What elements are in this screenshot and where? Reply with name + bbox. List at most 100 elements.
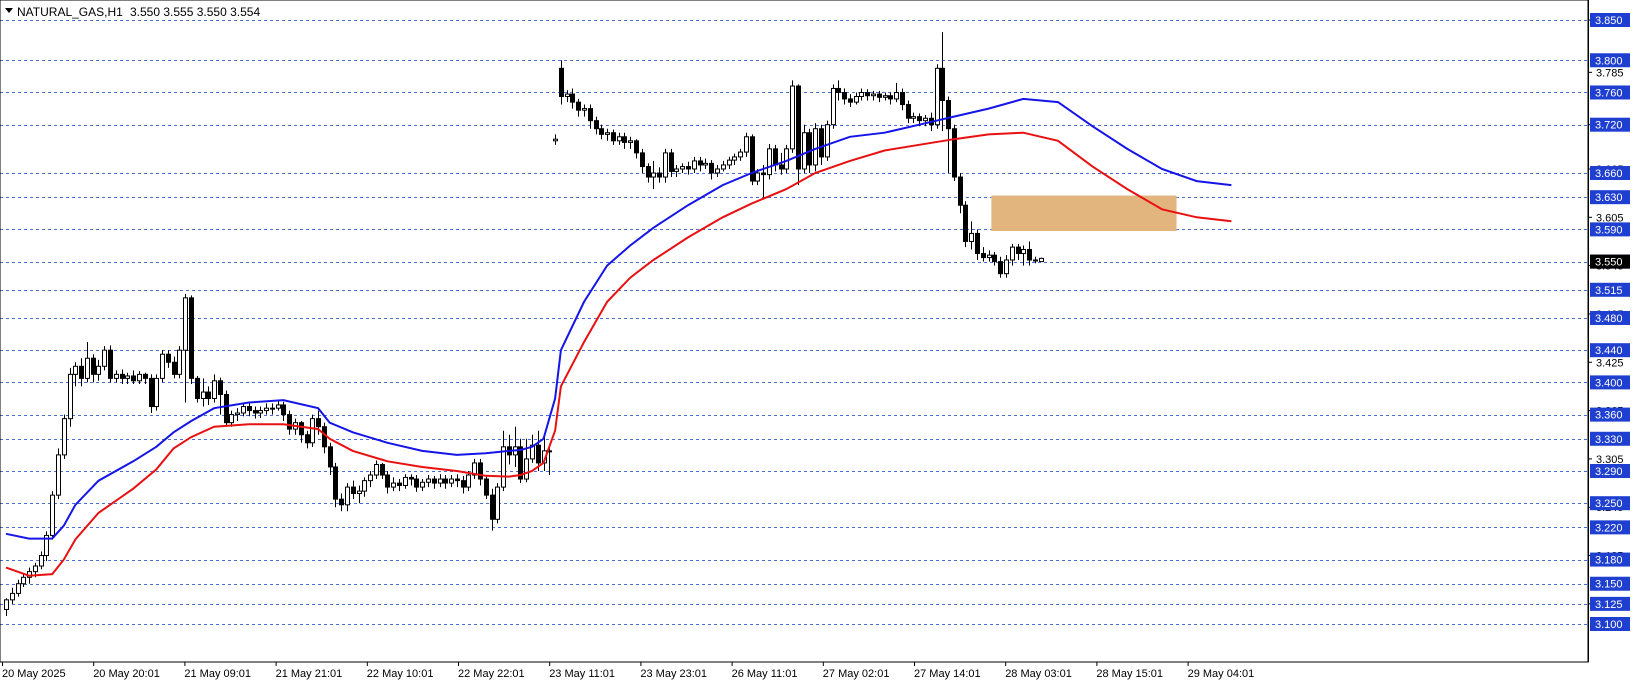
candle-down (247, 406, 252, 412)
time-tick-label: 26 May 11:01 (732, 668, 798, 680)
price-level-label: 3.150 (1595, 579, 1623, 591)
time-tick-label: 28 May 03:01 (1005, 668, 1072, 680)
price-level-label: 3.220 (1595, 522, 1623, 534)
candle-down (946, 100, 951, 130)
candle-up (674, 168, 679, 172)
candle-up (357, 490, 362, 495)
candle-down (1027, 249, 1032, 261)
candle-down (414, 478, 419, 488)
candle-up (154, 377, 159, 408)
candle-down (669, 152, 674, 172)
candle-up (466, 474, 471, 488)
candle-up (767, 148, 772, 176)
candle-up (4, 599, 9, 611)
time-tick-label: 21 May 09:01 (184, 668, 251, 680)
time-tick-label: 20 May 2025 (2, 668, 66, 680)
candle-down (490, 494, 495, 520)
candle-up (605, 132, 610, 135)
candle-up (1004, 259, 1009, 275)
candle-down (640, 152, 645, 168)
time-tick-label: 20 May 20:01 (93, 668, 160, 680)
candle-up (813, 128, 818, 166)
candle-up (790, 85, 795, 150)
chart-header: NATURAL_GAS,H1 3.550 3.555 3.550 3.554 (5, 5, 260, 19)
candle-down (611, 132, 616, 142)
candle-down (958, 176, 963, 206)
candle-down (351, 486, 356, 495)
time-tick-label: 22 May 22:01 (458, 668, 525, 680)
candle-down (1016, 246, 1021, 255)
candle-down (807, 132, 812, 166)
candle-down (253, 410, 258, 414)
candle-down (143, 373, 148, 379)
candle-up (345, 486, 350, 506)
price-level-label: 3.100 (1595, 619, 1623, 631)
candle-up (651, 172, 656, 178)
candle-down (281, 404, 286, 416)
price-level-label: 3.360 (1595, 410, 1623, 422)
candle-down (865, 91, 870, 97)
candle-down (940, 67, 945, 102)
candle-up (362, 480, 367, 492)
price-tick-label: 3.425 (1596, 357, 1624, 369)
time-tick-label: 27 May 14:01 (914, 668, 981, 680)
candle-down (299, 422, 304, 436)
price-level-label: 3.290 (1595, 466, 1623, 478)
candle-up (374, 464, 379, 476)
candle-up (403, 476, 408, 486)
candle-down (779, 164, 784, 170)
price-level-label: 3.400 (1595, 377, 1623, 389)
candle-down (992, 254, 997, 263)
candle-down (588, 108, 593, 122)
price-level-label: 3.250 (1595, 498, 1623, 510)
chart-background (0, 0, 1651, 682)
candle-down (599, 128, 604, 135)
time-tick-label: 23 May 23:01 (640, 668, 707, 680)
candle-down (536, 444, 541, 464)
time-tick-label: 22 May 10:01 (367, 668, 434, 680)
candle-up (391, 482, 396, 488)
candle-down (917, 116, 922, 122)
candle-up (692, 160, 697, 170)
candle-up (859, 91, 864, 98)
candle-down (478, 462, 483, 480)
price-level-label: 3.440 (1595, 345, 1623, 357)
candle-down (189, 297, 194, 379)
candle-down (657, 172, 662, 178)
price-level-label: 3.800 (1595, 55, 1623, 67)
candle-up (229, 414, 234, 424)
candle-up (39, 555, 44, 567)
candle-down (397, 482, 402, 486)
candle-up (310, 418, 315, 444)
candle-up (727, 159, 732, 166)
price-level-label: 3.760 (1595, 87, 1623, 99)
time-tick-label: 21 May 21:01 (276, 668, 343, 680)
candle-up (831, 87, 836, 126)
candle-up (738, 151, 743, 158)
candle-up (582, 108, 587, 111)
price-level-label: 3.180 (1595, 555, 1623, 567)
candle-up (1010, 246, 1015, 261)
candle-up (160, 353, 165, 379)
candle-up (495, 486, 500, 520)
candle-up (102, 349, 107, 367)
candle-up (935, 67, 940, 126)
candle-up (715, 168, 720, 174)
candle-up (732, 156, 737, 161)
candle-up (911, 116, 916, 119)
candle-up (703, 162, 708, 166)
candle-down (848, 98, 853, 103)
candle-up (50, 494, 55, 536)
candle-down (120, 373, 125, 379)
candle-up (183, 297, 188, 351)
candle-down (906, 104, 911, 119)
candle-up (426, 478, 431, 483)
price-level-label: 3.850 (1595, 15, 1623, 27)
price-level-label: 3.630 (1595, 192, 1623, 204)
candle-up (96, 365, 101, 375)
price-chart[interactable]: 3.8503.7853.7203.6653.6053.5453.4853.425… (0, 0, 1651, 682)
candle-up (21, 576, 26, 585)
candle-up (258, 410, 263, 414)
candle-up (825, 124, 830, 158)
candle-up (802, 132, 807, 170)
